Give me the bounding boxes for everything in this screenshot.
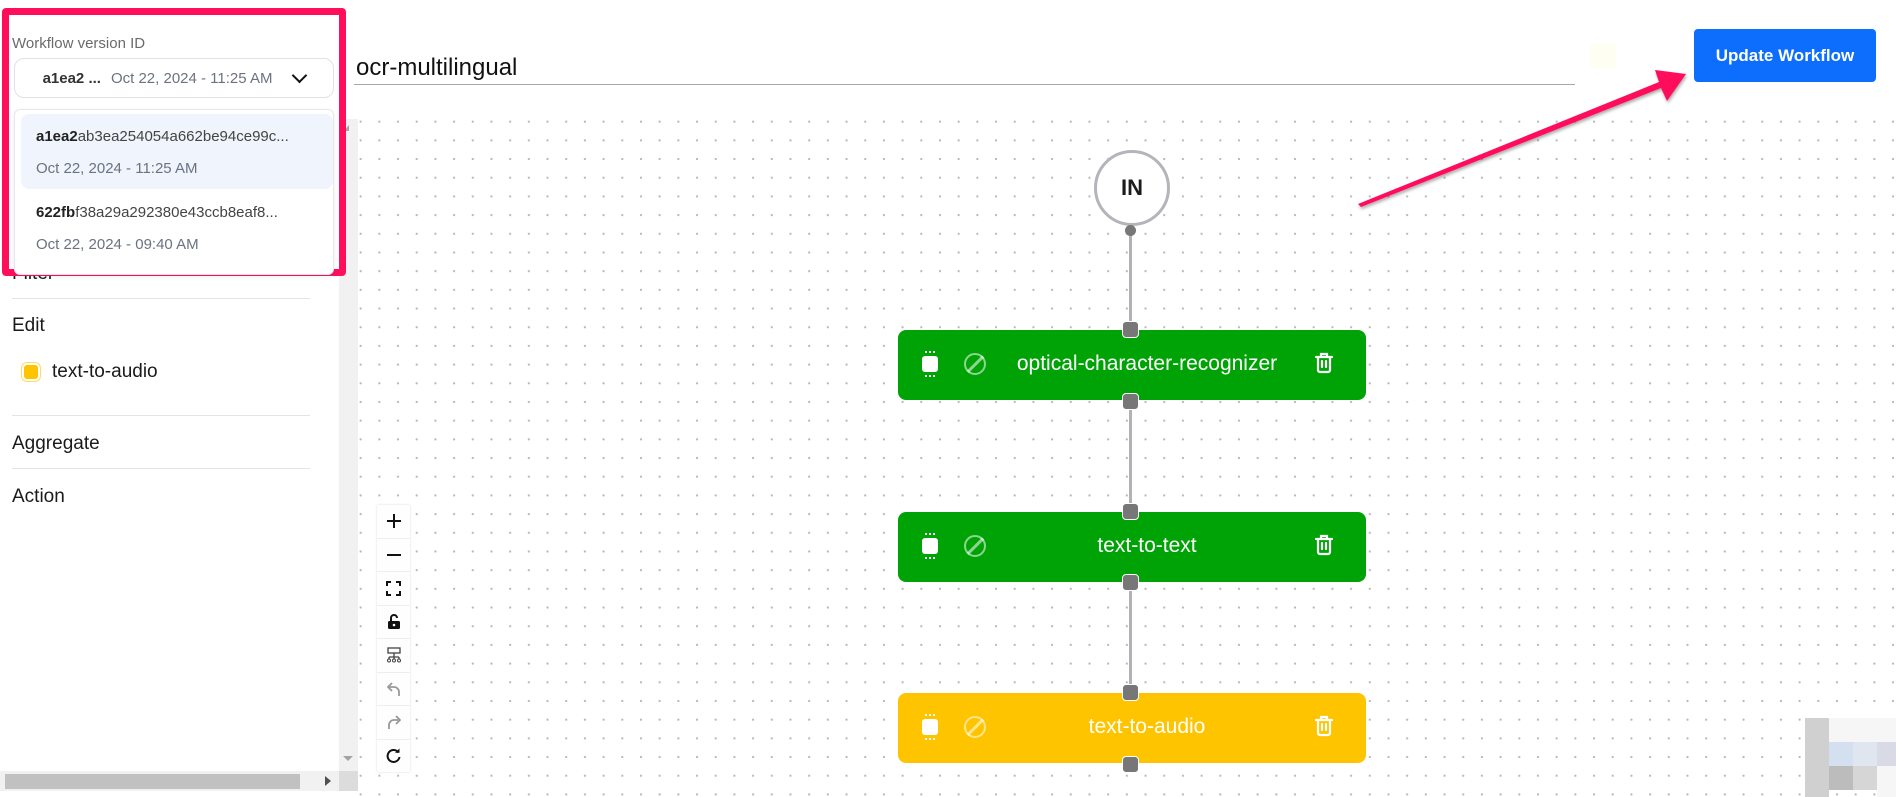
update-workflow-button[interactable]: Update Workflow (1694, 29, 1876, 82)
redo-icon (387, 715, 401, 730)
zoom-out-button[interactable] (377, 539, 410, 572)
auto-layout-button[interactable] (377, 639, 410, 673)
scroll-thumb[interactable] (5, 774, 300, 789)
minimap[interactable] (1805, 718, 1896, 797)
selected-version-date: Oct 22, 2024 - 11:25 AM (110, 69, 273, 87)
sidebar-section-aggregate[interactable]: Aggregate (12, 433, 310, 455)
refresh-icon (386, 748, 401, 764)
lock-button[interactable] (377, 606, 410, 639)
chip-icon (922, 714, 938, 740)
divider (12, 298, 310, 299)
version-option-id: 622fbf38a29a292380e43ccb8eaf8... (36, 204, 278, 221)
layout-tree-icon (386, 647, 401, 663)
node-output-handle[interactable] (1122, 756, 1139, 773)
disable-icon[interactable] (964, 535, 986, 557)
node-text-to-audio[interactable]: text-to-audio (898, 693, 1366, 763)
version-option-date: Oct 22, 2024 - 11:25 AM (36, 160, 198, 177)
version-option-id: a1ea2ab3ea254054a662be94ce99c... (36, 128, 289, 145)
divider (12, 415, 310, 416)
chevron-down-icon (292, 67, 308, 83)
redo-button[interactable] (377, 706, 410, 740)
node-input-handle[interactable] (1122, 321, 1139, 338)
trash-icon[interactable] (1314, 534, 1334, 556)
minus-icon (386, 553, 401, 556)
workflow-name-input[interactable] (354, 52, 1575, 85)
lock-icon (387, 613, 400, 629)
input-node-handle[interactable] (1125, 225, 1136, 236)
input-node[interactable]: IN (1094, 150, 1170, 226)
scroll-right-arrow[interactable] (325, 776, 331, 786)
version-selector-highlight: Workflow version ID a1ea2 ... Oct 22, 20… (2, 8, 346, 276)
version-id-prefix: 622fb (36, 204, 76, 221)
version-id-rest: f38a29a292380e43ccb8eaf8... (75, 204, 278, 221)
edge-text-to-audio[interactable] (1129, 583, 1132, 693)
version-label: Workflow version ID (12, 35, 146, 52)
version-option[interactable]: 622fbf38a29a292380e43ccb8eaf8... Oct 22,… (21, 190, 333, 265)
scroll-corner (339, 771, 358, 791)
selected-version-id: a1ea2 ... (42, 69, 101, 87)
trash-icon[interactable] (1314, 715, 1334, 737)
faint-placeholder (1590, 44, 1616, 68)
node-output-handle[interactable] (1122, 393, 1139, 410)
canvas-controls (377, 505, 410, 772)
edge-in-to-ocr[interactable] (1129, 232, 1132, 332)
sidebar-node-text-to-audio[interactable]: text-to-audio (24, 361, 158, 383)
chip-icon (922, 533, 938, 559)
divider (12, 468, 310, 469)
disable-icon[interactable] (964, 353, 986, 375)
sidebar-horizontal-scrollbar[interactable] (0, 771, 339, 791)
chip-icon (24, 365, 38, 379)
fit-view-button[interactable] (377, 572, 410, 606)
version-option[interactable]: a1ea2ab3ea254054a662be94ce99c... Oct 22,… (21, 114, 333, 189)
node-output-handle[interactable] (1122, 574, 1139, 591)
undo-button[interactable] (377, 673, 410, 706)
node-input-handle[interactable] (1122, 503, 1139, 520)
node-input-handle[interactable] (1122, 684, 1139, 701)
plus-icon (386, 514, 401, 529)
node-optical-character-recognizer[interactable]: optical-character-recognizer (898, 330, 1366, 400)
version-dropdown-trigger[interactable]: a1ea2 ... Oct 22, 2024 - 11:25 AM (14, 58, 334, 98)
sidebar-section-edit[interactable]: Edit (12, 315, 310, 337)
disable-icon[interactable] (964, 716, 986, 738)
trash-icon[interactable] (1314, 352, 1334, 374)
node-label: optical-character-recognizer (1016, 352, 1278, 375)
sidebar-node-label: text-to-audio (52, 361, 158, 382)
refresh-button[interactable] (377, 740, 410, 773)
node-text-to-text[interactable]: text-to-text (898, 512, 1366, 582)
version-options-list: a1ea2ab3ea254054a662be94ce99c... Oct 22,… (14, 109, 334, 275)
node-label: text-to-audio (1088, 715, 1206, 738)
version-id-rest: ab3ea254054a662be94ce99c... (77, 128, 289, 145)
chip-icon (922, 351, 938, 377)
undo-icon (386, 682, 400, 696)
edge-ocr-to-text[interactable] (1129, 402, 1132, 512)
fit-view-icon (386, 580, 401, 596)
version-id-prefix: a1ea2 (36, 128, 78, 145)
scroll-down-arrow[interactable] (343, 756, 353, 761)
sidebar-section-action[interactable]: Action (12, 486, 310, 508)
zoom-in-button[interactable] (377, 505, 410, 539)
node-label: text-to-text (1097, 534, 1197, 557)
version-option-date: Oct 22, 2024 - 09:40 AM (36, 236, 199, 253)
